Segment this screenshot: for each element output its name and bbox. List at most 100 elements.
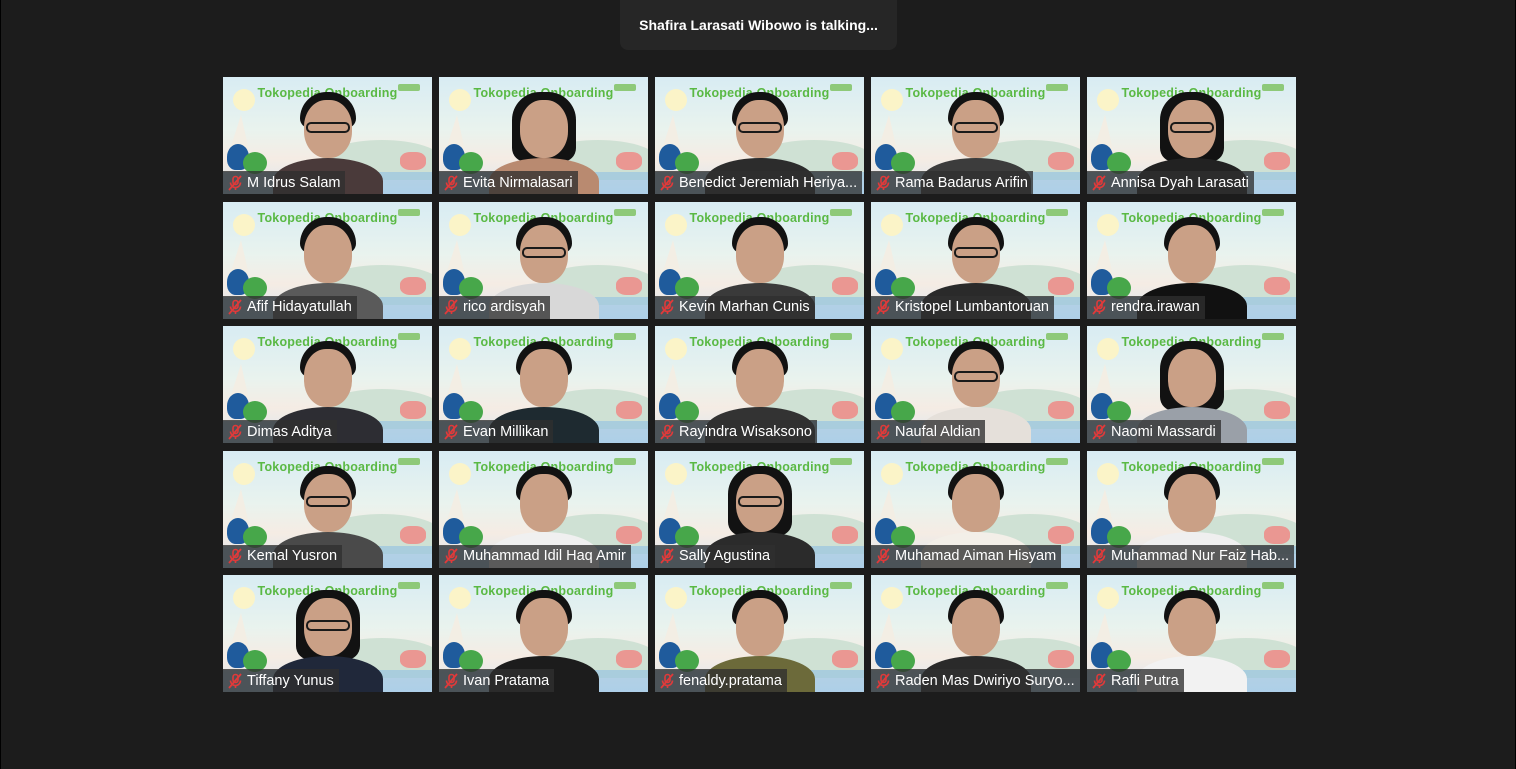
background-flowers bbox=[616, 401, 642, 419]
participant-video-tile[interactable]: Tokopedia Onboarding Muhammad Idil Haq A… bbox=[439, 450, 648, 568]
microphone-muted-icon bbox=[1092, 672, 1106, 689]
background-flowers bbox=[1264, 276, 1290, 295]
participant-video-tile[interactable]: Tokopedia Onboarding Evita Nirmalasari bbox=[439, 77, 648, 194]
participant-video-tile[interactable]: Tokopedia Onboarding Raden Mas Dwiriyo S… bbox=[871, 575, 1080, 692]
background-logo bbox=[830, 208, 852, 216]
participant-nameplate: rendra.irawan bbox=[1087, 295, 1205, 319]
participant-nameplate: Rafli Putra bbox=[1087, 669, 1184, 692]
participant-name: Kristopel Lumbantoruan bbox=[895, 299, 1049, 315]
participant-name: Rafli Putra bbox=[1111, 672, 1179, 689]
participant-video-tile[interactable]: Tokopedia Onboarding rico ardisyah bbox=[439, 201, 648, 319]
participant-nameplate: Afif Hidayatullah bbox=[223, 295, 357, 319]
participant-nameplate: Annisa Dyah Larasati bbox=[1087, 171, 1254, 194]
participant-nameplate: rico ardisyah bbox=[439, 295, 551, 319]
background-flowers bbox=[1048, 650, 1074, 668]
participant-video-tile[interactable]: Tokopedia Onboarding Benedict Jeremiah H… bbox=[655, 77, 864, 194]
background-logo bbox=[398, 208, 420, 216]
participant-video-tile[interactable]: Tokopedia Onboarding Rafli Putra bbox=[1087, 575, 1296, 692]
background-flowers bbox=[400, 152, 426, 170]
microphone-muted-icon bbox=[228, 423, 242, 440]
participant-name: Kemal Yusron bbox=[247, 548, 338, 564]
background-logo bbox=[614, 333, 636, 340]
participant-video-tile[interactable]: Tokopedia Onboarding fenaldy.pratama bbox=[655, 575, 864, 692]
microphone-muted-icon bbox=[1092, 423, 1106, 440]
participant-nameplate: Rayindra Wisaksono bbox=[655, 420, 817, 443]
participant-nameplate: M Idrus Salam bbox=[223, 171, 346, 194]
participant-nameplate: Tiffany Yunus bbox=[223, 669, 339, 692]
participant-nameplate: Evita Nirmalasari bbox=[439, 171, 578, 194]
participant-video-tile[interactable]: Tokopedia Onboarding Annisa Dyah Larasat… bbox=[1087, 77, 1296, 194]
participant-video-tile[interactable]: Tokopedia Onboarding Naufal Aldian bbox=[871, 326, 1080, 443]
participant-name: Muhammad Idil Haq Amir bbox=[463, 548, 626, 564]
microphone-muted-icon bbox=[444, 672, 458, 689]
participant-name: rendra.irawan bbox=[1111, 299, 1200, 315]
microphone-muted-icon bbox=[444, 423, 458, 440]
microphone-muted-icon bbox=[228, 299, 242, 315]
participant-nameplate: fenaldy.pratama bbox=[655, 669, 787, 692]
background-logo bbox=[614, 84, 636, 91]
background-logo bbox=[1262, 333, 1284, 340]
participant-video-tile[interactable]: Tokopedia Onboarding M Idrus Salam bbox=[223, 77, 432, 194]
background-logo bbox=[830, 582, 852, 589]
participant-nameplate: Naomi Massardi bbox=[1087, 420, 1221, 443]
participant-name: rico ardisyah bbox=[463, 299, 546, 315]
participant-video-tile[interactable]: Tokopedia Onboarding Muhammad Nur Faiz H… bbox=[1087, 450, 1296, 568]
background-logo bbox=[1046, 457, 1068, 465]
participant-video-tile[interactable]: Tokopedia Onboarding rendra.irawan bbox=[1087, 201, 1296, 319]
background-flowers bbox=[616, 152, 642, 170]
background-logo bbox=[614, 582, 636, 589]
background-logo bbox=[1262, 582, 1284, 589]
participant-video-tile[interactable]: Tokopedia Onboarding Naomi Massardi bbox=[1087, 326, 1296, 443]
participant-nameplate: Kevin Marhan Cunis bbox=[655, 295, 815, 319]
microphone-muted-icon bbox=[1092, 299, 1106, 315]
background-flowers bbox=[832, 152, 858, 170]
background-flowers bbox=[832, 276, 858, 295]
background-flowers bbox=[1264, 152, 1290, 170]
participant-video-tile[interactable]: Tokopedia Onboarding Afif Hidayatullah bbox=[223, 201, 432, 319]
background-flowers bbox=[1048, 525, 1074, 544]
participant-nameplate: Kristopel Lumbantoruan bbox=[871, 295, 1054, 319]
participant-video-tile[interactable]: Tokopedia Onboarding Muhamad Aiman Hisya… bbox=[871, 450, 1080, 568]
background-logo bbox=[1046, 84, 1068, 91]
background-flowers bbox=[400, 525, 426, 544]
participant-name: Raden Mas Dwiriyo Suryo... bbox=[895, 672, 1075, 689]
active-speaker-text: Shafira Larasati Wibowo is talking... bbox=[639, 17, 878, 33]
participant-name: Tiffany Yunus bbox=[247, 672, 334, 689]
participant-nameplate: Muhamad Aiman Hisyam bbox=[871, 544, 1062, 568]
background-logo bbox=[398, 333, 420, 340]
participant-video-tile[interactable]: Tokopedia Onboarding Dimas Aditya bbox=[223, 326, 432, 443]
participant-name: Evita Nirmalasari bbox=[463, 174, 573, 191]
participant-nameplate: Muhammad Idil Haq Amir bbox=[439, 544, 631, 568]
background-flowers bbox=[400, 650, 426, 668]
background-logo bbox=[398, 84, 420, 91]
background-flowers bbox=[616, 650, 642, 668]
background-logo bbox=[1046, 208, 1068, 216]
microphone-muted-icon bbox=[660, 423, 674, 440]
participant-nameplate: Evan Millikan bbox=[439, 420, 554, 443]
microphone-muted-icon bbox=[876, 174, 890, 191]
microphone-muted-icon bbox=[228, 672, 242, 689]
active-speaker-banner: Shafira Larasati Wibowo is talking... bbox=[620, 0, 897, 50]
window-left-edge bbox=[0, 0, 1, 769]
participant-video-tile[interactable]: Tokopedia Onboarding Kristopel Lumbantor… bbox=[871, 201, 1080, 319]
background-logo bbox=[398, 582, 420, 589]
participant-video-tile[interactable]: Tokopedia Onboarding Sally Agustina bbox=[655, 450, 864, 568]
background-flowers bbox=[1264, 401, 1290, 419]
participant-name: Evan Millikan bbox=[463, 423, 549, 440]
participant-name: Sally Agustina bbox=[679, 548, 771, 564]
participant-nameplate: Dimas Aditya bbox=[223, 420, 337, 443]
participant-video-tile[interactable]: Tokopedia Onboarding Rayindra Wisaksono bbox=[655, 326, 864, 443]
participant-name: Naufal Aldian bbox=[895, 423, 981, 440]
participant-video-tile[interactable]: Tokopedia Onboarding Kevin Marhan Cunis bbox=[655, 201, 864, 319]
participant-video-tile[interactable]: Tokopedia Onboarding Kemal Yusron bbox=[223, 450, 432, 568]
participant-video-tile[interactable]: Tokopedia Onboarding Tiffany Yunus bbox=[223, 575, 432, 692]
participant-video-tile[interactable]: Tokopedia Onboarding Ivan Pratama bbox=[439, 575, 648, 692]
participant-video-tile[interactable]: Tokopedia Onboarding Rama Badarus Arifin bbox=[871, 77, 1080, 194]
background-logo bbox=[614, 457, 636, 465]
microphone-muted-icon bbox=[444, 174, 458, 191]
participant-nameplate: Muhammad Nur Faiz Hab... bbox=[1087, 544, 1295, 568]
participant-name: Afif Hidayatullah bbox=[247, 299, 352, 315]
participant-video-tile[interactable]: Tokopedia Onboarding Evan Millikan bbox=[439, 326, 648, 443]
participant-nameplate: Ivan Pratama bbox=[439, 669, 555, 692]
microphone-muted-icon bbox=[1092, 174, 1106, 191]
